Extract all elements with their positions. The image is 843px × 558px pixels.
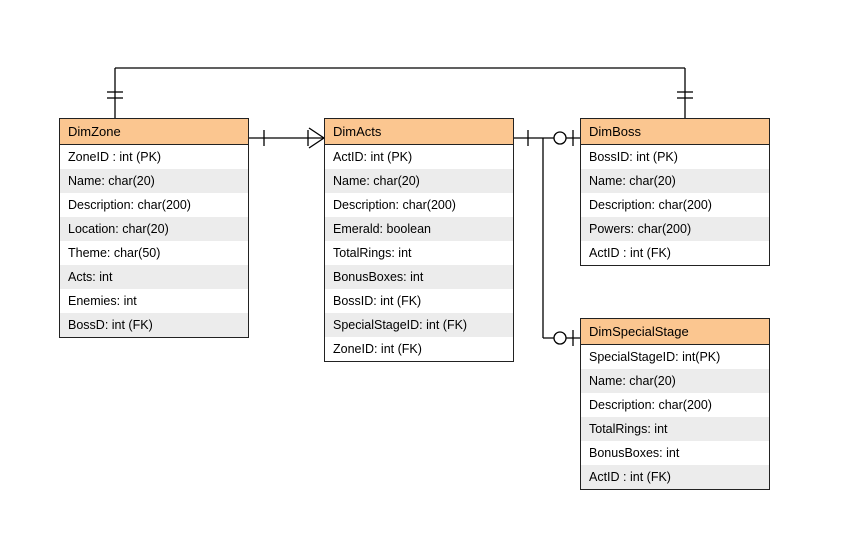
entity-row: Powers: char(200)	[581, 217, 769, 241]
entity-row: Acts: int	[60, 265, 248, 289]
entity-row: TotalRings: int	[325, 241, 513, 265]
entity-row: ActID : int (FK)	[581, 465, 769, 489]
entity-row: Description: char(200)	[581, 193, 769, 217]
entity-row: Name: char(20)	[581, 169, 769, 193]
entity-row: Name: char(20)	[581, 369, 769, 393]
entity-row: BonusBoxes: int	[325, 265, 513, 289]
rel-acts-specialstage	[543, 138, 580, 346]
entity-row: ActID: int (PK)	[325, 145, 513, 169]
entity-row: BossID: int (PK)	[581, 145, 769, 169]
rel-acts-boss	[514, 130, 580, 146]
entity-row: Emerald: boolean	[325, 217, 513, 241]
entity-row: Location: char(20)	[60, 217, 248, 241]
entity-row: Theme: char(50)	[60, 241, 248, 265]
entity-dimzone: DimZone ZoneID : int (PK) Name: char(20)…	[59, 118, 249, 338]
entity-row: Name: char(20)	[325, 169, 513, 193]
entity-row: SpecialStageID: int (FK)	[325, 313, 513, 337]
entity-row: Name: char(20)	[60, 169, 248, 193]
entity-dimacts: DimActs ActID: int (PK) Name: char(20) D…	[324, 118, 514, 362]
rel-zone-boss	[107, 68, 693, 118]
entity-header: DimBoss	[581, 119, 769, 145]
entity-row: Description: char(200)	[325, 193, 513, 217]
entity-dimboss: DimBoss BossID: int (PK) Name: char(20) …	[580, 118, 770, 266]
rel-zone-acts	[249, 128, 324, 148]
entity-row: Description: char(200)	[581, 393, 769, 417]
entity-row: ActID : int (FK)	[581, 241, 769, 265]
entity-row: BonusBoxes: int	[581, 441, 769, 465]
entity-row: ZoneID: int (FK)	[325, 337, 513, 361]
entity-row: BossID: int (FK)	[325, 289, 513, 313]
entity-row: Description: char(200)	[60, 193, 248, 217]
entity-row: BossD: int (FK)	[60, 313, 248, 337]
entity-dimspecialstage: DimSpecialStage SpecialStageID: int(PK) …	[580, 318, 770, 490]
entity-row: ZoneID : int (PK)	[60, 145, 248, 169]
entity-header: DimZone	[60, 119, 248, 145]
entity-header: DimActs	[325, 119, 513, 145]
entity-header: DimSpecialStage	[581, 319, 769, 345]
entity-row: SpecialStageID: int(PK)	[581, 345, 769, 369]
entity-row: Enemies: int	[60, 289, 248, 313]
entity-row: TotalRings: int	[581, 417, 769, 441]
